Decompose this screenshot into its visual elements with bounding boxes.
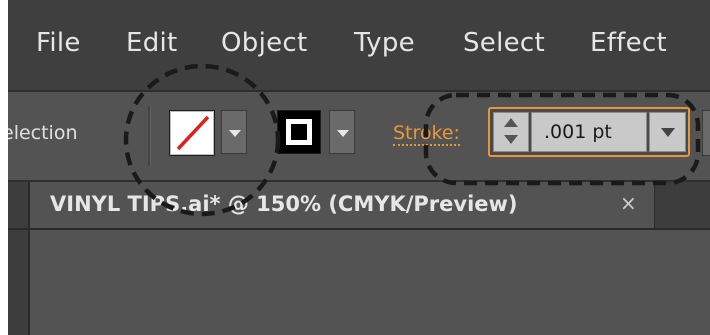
menu-type[interactable]: Type xyxy=(354,28,415,58)
tools-panel-edge xyxy=(8,182,30,335)
stroke-weight-input[interactable]: .001 pt xyxy=(531,112,647,152)
next-control-edge[interactable] xyxy=(702,110,710,156)
chevron-down-icon xyxy=(661,128,675,137)
chevron-down-icon xyxy=(229,130,241,137)
menu-bar: File Edit Object Type Select Effect xyxy=(8,0,710,90)
artboard-canvas[interactable] xyxy=(30,230,710,335)
tool-name-label: election xyxy=(8,122,78,144)
menu-select[interactable]: Select xyxy=(463,28,545,58)
chevron-down-icon xyxy=(337,130,349,137)
menu-edit[interactable]: Edit xyxy=(126,28,178,58)
document-tab[interactable]: VINYL TIPS.ai* @ 150% (CMYK/Preview) × xyxy=(30,182,655,228)
close-icon[interactable]: × xyxy=(620,191,637,215)
stroke-swatch-icon[interactable] xyxy=(277,110,321,154)
document-tab-title: VINYL TIPS.ai* @ 150% (CMYK/Preview) xyxy=(50,192,518,216)
stroke-panel-link[interactable]: Stroke: xyxy=(393,122,460,146)
stroke-weight-control: .001 pt xyxy=(488,107,690,157)
control-separator xyxy=(148,106,151,166)
menu-effect[interactable]: Effect xyxy=(590,28,667,58)
no-fill-slash-icon xyxy=(176,115,210,151)
chevron-down-icon xyxy=(504,135,518,144)
chevron-up-icon xyxy=(504,118,518,127)
fill-dropdown-button[interactable] xyxy=(221,110,247,154)
menu-file[interactable]: File xyxy=(36,28,81,58)
no-fill-swatch-icon[interactable] xyxy=(169,110,215,156)
stroke-weight-stepper[interactable] xyxy=(493,112,529,152)
menu-object[interactable]: Object xyxy=(221,28,307,58)
stroke-weight-dropdown-button[interactable] xyxy=(649,112,686,152)
stroke-color-dropdown-button[interactable] xyxy=(329,110,355,154)
illustrator-window: File Edit Object Type Select Effect elec… xyxy=(8,0,710,335)
stroke-ring-icon xyxy=(286,119,312,145)
